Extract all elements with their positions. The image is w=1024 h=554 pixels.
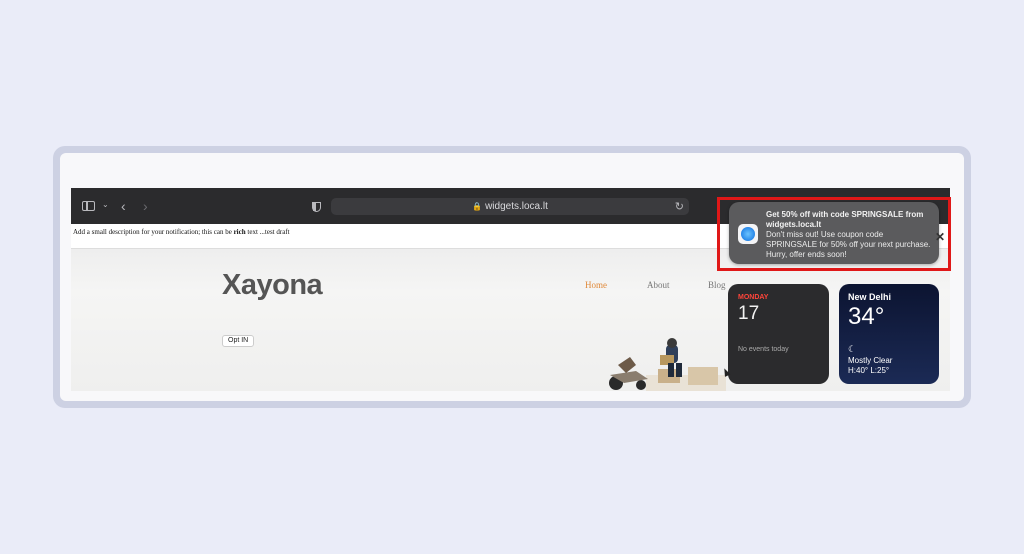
site-logo[interactable]: Xayona — [222, 269, 323, 302]
weather-condition: Mostly Clear — [848, 356, 893, 365]
sidebar-toggle-icon[interactable] — [82, 201, 95, 211]
description-bold: rich — [233, 228, 246, 236]
highlight-box — [717, 197, 951, 271]
description-prefix: Add a small description for your notific… — [73, 228, 232, 236]
weather-city: New Delhi — [848, 292, 892, 302]
close-icon[interactable]: ✕ — [935, 230, 945, 244]
lock-icon: 🔒 — [472, 202, 483, 211]
back-arrow-icon[interactable]: ‹ — [121, 199, 126, 213]
calendar-date: 17 — [738, 303, 760, 324]
weather-temperature: 34° — [848, 303, 885, 330]
address-bar[interactable]: 🔒 widgets.loca.lt ↻ — [331, 198, 689, 215]
calendar-events: No events today — [738, 346, 789, 353]
weather-high-low: H:40° L:25° — [848, 366, 890, 375]
nav-blog[interactable]: Blog — [708, 280, 726, 290]
chevron-down-icon[interactable]: ⌄ — [102, 201, 109, 209]
url-label: widgets.loca.lt — [485, 201, 548, 212]
calendar-day: MONDAY — [738, 294, 769, 301]
moon-icon: ☾ — [848, 344, 857, 354]
nav-home[interactable]: Home — [585, 280, 607, 290]
hero-illustration — [609, 338, 726, 391]
forward-arrow-icon[interactable]: › — [143, 199, 148, 213]
notification-description: Add a small description for your notific… — [73, 228, 290, 236]
calendar-widget[interactable]: MONDAY 17 No events today — [728, 284, 829, 384]
description-suffix: text ...test draft — [247, 228, 290, 236]
nav-about[interactable]: About — [647, 280, 670, 290]
weather-widget[interactable]: New Delhi 34° ☾ Mostly Clear H:40° L:25° — [839, 284, 939, 384]
reload-icon[interactable]: ↻ — [675, 200, 684, 213]
opt-in-button[interactable]: Opt IN — [222, 335, 255, 347]
address-bar-text[interactable]: 🔒 widgets.loca.lt — [331, 198, 689, 215]
privacy-shield-icon[interactable] — [312, 202, 321, 212]
